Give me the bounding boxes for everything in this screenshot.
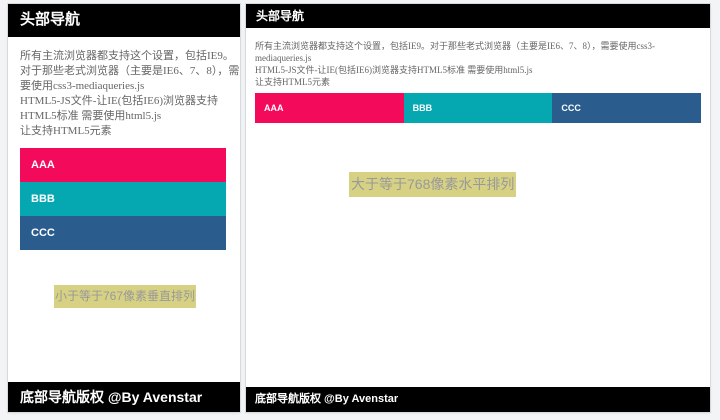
mobile-intro-text: 所有主流浏览器都支持这个设置，包括IE9。对于那些老式浏览器（主要是IE6、7、… — [20, 49, 240, 139]
desktop-page-header: 头部导航 — [246, 4, 710, 28]
desktop-footer-prefix: 底部导航版权 — [255, 393, 321, 405]
desktop-layout-caption: 大于等于768像素水平排列 — [349, 172, 517, 197]
desktop-nav-item-bbb[interactable]: BBB — [403, 93, 553, 123]
desktop-nav-item-ccc[interactable]: CCC — [552, 93, 702, 123]
mobile-page-footer: 底部导航版权 @By Avenstar — [8, 382, 240, 412]
mobile-nav-item-bbb[interactable]: BBB — [20, 182, 226, 216]
mobile-nav-item-aaa[interactable]: AAA — [20, 148, 226, 182]
desktop-footer-credit: @By Avenstar — [321, 393, 399, 405]
desktop-intro-line-2: HTML5-JS文件-让IE(包括IE6)浏览器支持HTML5标准 需要使用ht… — [255, 65, 533, 75]
desktop-nav-item-aaa[interactable]: AAA — [255, 93, 404, 123]
desktop-intro-line-3: 让支持HTML5元素 — [255, 77, 330, 87]
mobile-nav-item-ccc[interactable]: CCC — [20, 216, 226, 250]
mobile-header-title: 头部导航 — [20, 12, 81, 28]
mobile-vertical-nav: AAA BBB CCC — [20, 148, 226, 250]
mobile-intro-line-1: 所有主流浏览器都支持这个设置，包括IE9。对于那些老式浏览器（主要是IE6、7、… — [20, 50, 240, 92]
mobile-preview-frame: 头部导航 所有主流浏览器都支持这个设置，包括IE9。对于那些老式浏览器（主要是I… — [8, 4, 240, 412]
mobile-layout-caption: 小于等于767像素垂直排列 — [54, 285, 197, 308]
mobile-page-header: 头部导航 — [8, 4, 240, 37]
screenshot-canvas: 头部导航 所有主流浏览器都支持这个设置，包括IE9。对于那些老式浏览器（主要是I… — [0, 0, 720, 420]
mobile-footer-credit: @By Avenstar — [104, 389, 203, 405]
desktop-page-footer: 底部导航版权 @By Avenstar — [246, 387, 710, 412]
desktop-header-title: 头部导航 — [256, 9, 305, 23]
desktop-intro-line-1: 所有主流浏览器都支持这个设置，包括IE9。对于那些老式浏览器（主要是IE6、7、… — [255, 41, 655, 63]
mobile-footer-prefix: 底部导航版权 — [20, 389, 104, 405]
desktop-intro-text: 所有主流浏览器都支持这个设置，包括IE9。对于那些老式浏览器（主要是IE6、7、… — [255, 40, 700, 88]
desktop-horizontal-nav: AAA BBB CCC — [255, 93, 702, 123]
mobile-intro-line-2: HTML5-JS文件-让IE(包括IE6)浏览器支持HTML5标准 需要使用ht… — [20, 95, 218, 122]
desktop-preview-frame: 头部导航 所有主流浏览器都支持这个设置，包括IE9。对于那些老式浏览器（主要是I… — [246, 4, 710, 412]
mobile-intro-line-3: 让支持HTML5元素 — [20, 125, 112, 137]
